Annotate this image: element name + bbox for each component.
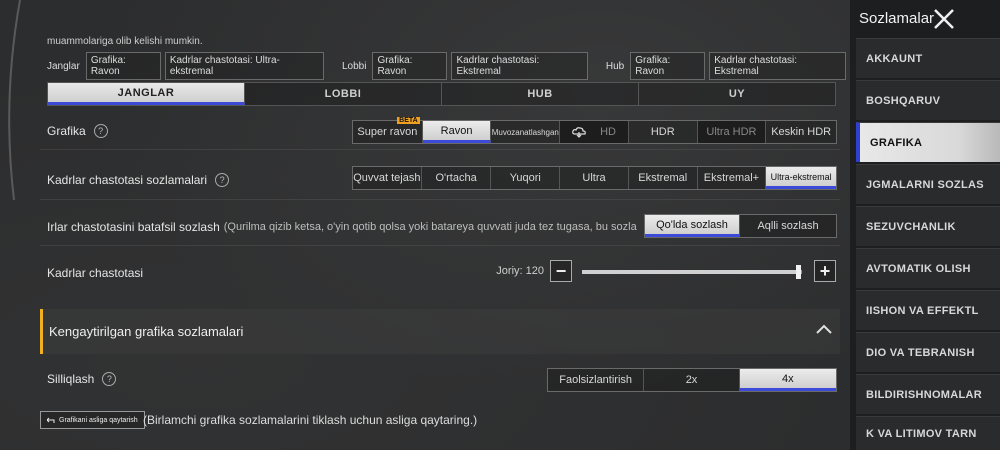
summary-chip: Grafika: Ravon	[630, 52, 706, 80]
help-icon[interactable]: ?	[102, 372, 117, 386]
mode-tabs: JANGLAR LOBBI HUB UY	[47, 82, 836, 106]
sidebar-item-auto-pickup[interactable]: AVTOMATIK OLISH	[856, 248, 1000, 288]
framerate-option-power-saving[interactable]: Quvvat tejash	[353, 167, 422, 189]
antialiasing-label: Silliqlash	[47, 372, 95, 386]
advanced-graphics-section[interactable]: Kengaytirilgan grafika sozlamalari	[40, 309, 840, 354]
summary-label-hub: Hub	[605, 60, 625, 72]
framerate-row: Kadrlar chastotasi sozlamalari ? Quvvat …	[40, 160, 840, 200]
graphics-row: Grafika ? Super ravon BETA Ravon Muvozan…	[40, 114, 840, 150]
summary-label-lobby: Lobbi	[341, 60, 367, 72]
smart-tuning-option[interactable]: Aqlli sozlash	[740, 215, 836, 237]
framerate-option-extreme[interactable]: Ekstremal	[629, 167, 698, 189]
graphics-option-ultra-hdr[interactable]: Ultra HDR	[697, 121, 767, 143]
tab-hub[interactable]: HUB	[442, 83, 639, 105]
framerate-option-high[interactable]: Yuqori	[491, 167, 561, 189]
detailed-framerate-label: Irlar chastotasini batafsil sozlash	[47, 220, 220, 234]
framerate-option-ultra[interactable]: Ultra	[560, 167, 629, 189]
manual-tuning-option[interactable]: Qo'lda sozlash	[645, 215, 741, 237]
graphics-quality-selector: Super ravon BETA Ravon Muvozanatlashgan …	[352, 117, 837, 144]
graphics-option-sharp-hdr[interactable]: Keskin HDR	[766, 121, 836, 143]
summary-chip: Kadrlar chastotasi: Ultra-ekstremal	[164, 52, 325, 80]
sidebar-title: Sozlamalar	[859, 10, 935, 27]
tab-home[interactable]: UY	[639, 83, 835, 105]
sidebar-item-customize[interactable]: JGMALARNI SOZLAS	[856, 164, 1000, 204]
cloud-download-icon	[572, 127, 586, 138]
tab-lobby[interactable]: LOBBI	[245, 83, 442, 105]
graphics-label: Grafika	[47, 124, 86, 138]
current-settings-summary: Janglar Grafika: Ravon Kadrlar chastotas…	[47, 52, 850, 80]
sidebar-item-account[interactable]: AKKAUNT	[856, 38, 1000, 78]
reset-note: (Birlamchi grafika sozlamalarini tiklash…	[143, 413, 478, 427]
help-icon[interactable]: ?	[93, 124, 108, 138]
framerate-option-extreme-plus[interactable]: Ekstremal+	[698, 167, 767, 189]
graphics-option-hd[interactable]: HD	[560, 121, 629, 143]
chevron-up-icon[interactable]	[814, 319, 834, 339]
antialiasing-option-4x[interactable]: 4x	[739, 369, 836, 391]
antialiasing-selector: Faolsizlantirish 2x 4x	[547, 368, 837, 392]
sidebar-item-controls[interactable]: BOSHQARUV	[856, 80, 1000, 120]
fps-slider-row: Kadrlar chastotasi Joriy: 120 − +	[40, 258, 840, 288]
framerate-option-medium[interactable]: O'rtacha	[422, 167, 492, 189]
settings-sidebar: Sozlamalar AKKAUNT BOSHQARUV GRAFIKA JGM…	[850, 0, 1000, 450]
sidebar-item-notifications[interactable]: BILDIRISHNOMALAR	[856, 374, 1000, 414]
sidebar-item-graphics[interactable]: GRAFIKA	[856, 122, 1000, 162]
summary-chip: Grafika: Ravon	[85, 52, 161, 80]
detailed-framerate-note: (Qurilma qizib ketsa, o'yin qotib qolsa …	[223, 221, 637, 233]
graphics-option-balanced[interactable]: Muvozanatlashgan	[491, 121, 561, 143]
decorative-arc	[8, 0, 21, 200]
graphics-option-hdr[interactable]: HDR	[629, 121, 698, 143]
fps-slider-label: Kadrlar chastotasi	[47, 266, 144, 280]
decrease-button[interactable]: −	[550, 260, 572, 282]
antialiasing-row: Silliqlash ? Faolsizlantirish 2x 4x	[40, 362, 840, 392]
sidebar-item-audio[interactable]: DIO VA TEBRANISH	[856, 332, 1000, 372]
fps-current-value: Joriy: 120	[496, 265, 544, 277]
framerate-option-ultra-extreme[interactable]: Ultra-ekstremal	[766, 167, 837, 189]
fps-slider-fill	[582, 270, 798, 274]
tab-battles[interactable]: JANGLAR	[48, 83, 245, 105]
sidebar-item-more[interactable]: K VA LITIMOV TARN	[856, 416, 1000, 450]
graphics-option-smooth[interactable]: Ravon	[422, 121, 492, 143]
fps-slider-track[interactable]	[582, 265, 802, 279]
reset-arrow-icon	[47, 417, 55, 423]
sidebar-item-effects[interactable]: IISHON VA EFFEKTL	[856, 290, 1000, 330]
framerate-selector: Quvvat tejash O'rtacha Yuqori Ultra Ekst…	[352, 166, 837, 190]
summary-label-battles: Janglar	[47, 60, 80, 72]
sidebar-item-sensitivity[interactable]: SEZUVCHANLIK	[856, 206, 1000, 246]
beta-badge: BETA	[397, 117, 420, 124]
help-icon[interactable]: ?	[215, 173, 230, 187]
summary-chip: Kadrlar chastotasi: Ekstremal	[451, 52, 589, 80]
detailed-framerate-row: Irlar chastotasini batafsil sozlash (Qur…	[40, 208, 840, 246]
framerate-label: Kadrlar chastotasi sozlamalari	[47, 173, 208, 187]
antialiasing-option-2x[interactable]: 2x	[644, 369, 740, 391]
reset-graphics-button[interactable]: Grafikani asliga qaytarish	[40, 411, 145, 429]
graphics-option-super-smooth[interactable]: Super ravon BETA	[353, 117, 423, 143]
warning-notice: muammolariga olib kelishi mumkin.	[47, 36, 203, 47]
summary-chip: Grafika: Ravon	[372, 52, 448, 80]
fps-slider-thumb[interactable]	[795, 265, 801, 279]
increase-button[interactable]: +	[814, 260, 836, 282]
antialiasing-option-off[interactable]: Faolsizlantirish	[548, 369, 645, 391]
advanced-graphics-title: Kengaytirilgan grafika sozlamalari	[49, 324, 244, 339]
tuning-mode-selector: Qo'lda sozlash Aqlli sozlash	[644, 214, 837, 238]
close-icon[interactable]	[932, 7, 956, 31]
settings-main-panel: muammolariga olib kelishi mumkin. Jangla…	[0, 0, 850, 450]
summary-chip: Kadrlar chastotasi: Ekstremal	[709, 52, 846, 80]
